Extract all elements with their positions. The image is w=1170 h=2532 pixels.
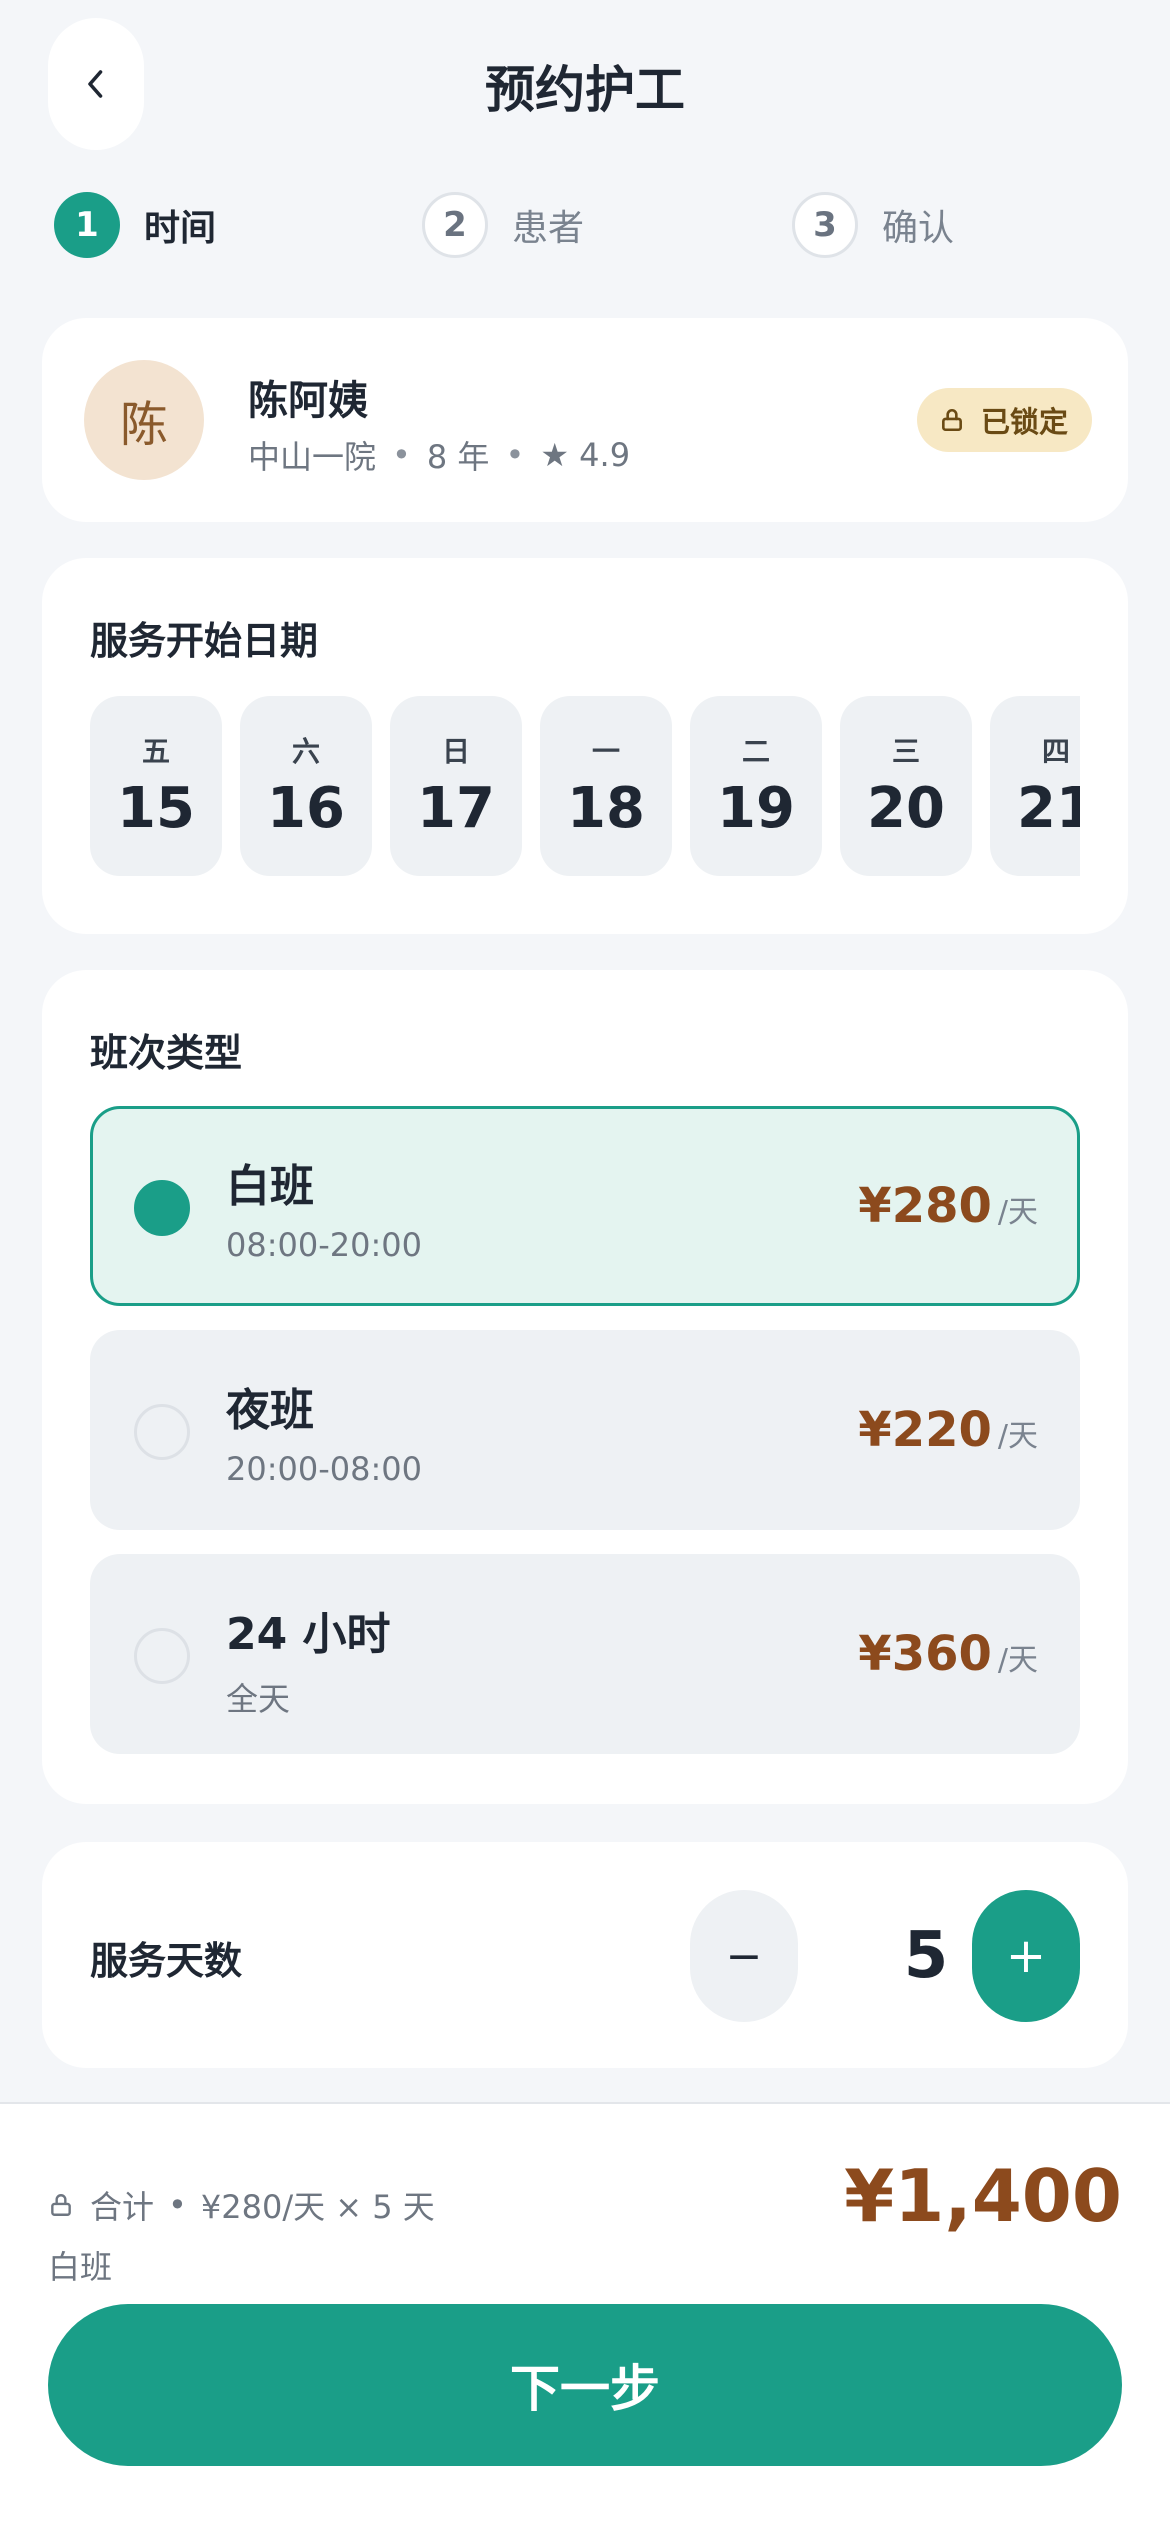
separator-dot: • [505, 436, 525, 474]
selected-shift-name: 白班 [48, 2248, 113, 2286]
date-chip[interactable]: 六 16 [240, 696, 372, 876]
locked-badge: 已锁定 [916, 388, 1092, 452]
date-chip[interactable]: 三 20 [840, 696, 972, 876]
step-time[interactable]: 1 时间 [54, 190, 216, 260]
date-chip[interactable]: 二 19 [690, 696, 822, 876]
radio-unselected[interactable] [134, 1404, 190, 1460]
total-amount: ¥1,400 [844, 2154, 1122, 2238]
locked-badge-label: 已锁定 [980, 405, 1068, 439]
price-unit: /天 [997, 1195, 1038, 1230]
date-weekday: 三 [891, 735, 920, 768]
step-patient[interactable]: 2 患者 [422, 190, 584, 260]
date-section-title: 服务开始日期 [90, 619, 319, 663]
step-number: 2 [422, 192, 488, 258]
date-day: 16 [267, 776, 345, 841]
total-summary: 合计 • ¥280/天 × 5 天 [48, 2182, 435, 2228]
shift-option-night[interactable]: 夜班 20:00-08:00 ¥220 /天 [90, 1330, 1080, 1530]
price-value: ¥220 [858, 1402, 992, 1458]
days-section-title: 服务天数 [90, 1939, 243, 1983]
next-button[interactable]: 下一步 [48, 2304, 1122, 2466]
increment-button[interactable]: + [972, 1890, 1080, 2022]
caregiver-meta: 中山一院 • 8 年 • ★ 4.9 [248, 432, 630, 478]
date-weekday: 四 [1041, 735, 1070, 768]
date-weekday: 日 [441, 735, 470, 768]
decrement-button[interactable]: − [690, 1890, 798, 2022]
total-formula: ¥280/天 × 5 天 [200, 2188, 435, 2226]
price-value: ¥280 [858, 1178, 992, 1234]
step-number: 3 [792, 192, 858, 258]
header: 预约护工 [0, 0, 1170, 170]
date-day: 18 [567, 776, 645, 841]
radio-selected[interactable] [134, 1180, 190, 1236]
price-value: ¥360 [858, 1626, 992, 1682]
date-day: 15 [117, 776, 195, 841]
shift-card: 班次类型 白班 08:00-20:00 ¥280 /天 夜班 20:00-08:… [42, 970, 1128, 1804]
step-confirm[interactable]: 3 确认 [792, 190, 954, 260]
date-day: 17 [417, 776, 495, 841]
radio-unselected[interactable] [134, 1628, 190, 1684]
price-unit: /天 [997, 1643, 1038, 1678]
date-day: 19 [717, 776, 795, 841]
date-strip[interactable]: 五 15 六 16 日 17 一 18 二 19 三 20 四 21 [90, 696, 1080, 876]
date-chip[interactable]: 一 18 [540, 696, 672, 876]
footer-bar: 合计 • ¥280/天 × 5 天 白班 ¥1,400 下一步 [0, 2102, 1170, 2532]
shift-time: 全天 [226, 1680, 291, 1718]
step-label: 确认 [882, 208, 955, 249]
shift-name: 24 小时 [226, 1609, 391, 1660]
step-label: 时间 [144, 208, 217, 249]
separator-dot: • [168, 2186, 187, 2224]
days-card: 服务天数 − 5 + [42, 1842, 1128, 2068]
step-number: 1 [54, 192, 120, 258]
shift-option-day[interactable]: 白班 08:00-20:00 ¥280 /天 [90, 1106, 1080, 1306]
shift-option-24h[interactable]: 24 小时 全天 ¥360 /天 [90, 1554, 1080, 1754]
avatar: 陈 [84, 360, 204, 480]
date-chip[interactable]: 日 17 [390, 696, 522, 876]
shift-time: 20:00-08:00 [226, 1450, 422, 1488]
shift-time: 08:00-20:00 [226, 1226, 422, 1264]
date-card: 服务开始日期 五 15 六 16 日 17 一 18 二 19 三 20 四 2… [42, 558, 1128, 934]
lock-icon [942, 408, 962, 432]
lock-icon [51, 2194, 71, 2216]
step-label: 患者 [512, 208, 585, 249]
date-weekday: 二 [741, 735, 770, 768]
date-weekday: 一 [591, 735, 620, 768]
total-label: 合计 [90, 2188, 155, 2226]
date-day: 21 [1017, 776, 1080, 841]
shift-name: 夜班 [226, 1385, 314, 1436]
caregiver-rating: ★ 4.9 [540, 436, 631, 474]
step-indicator: 1 时间 2 患者 3 确认 [0, 190, 1170, 260]
date-weekday: 六 [291, 735, 320, 768]
price-unit: /天 [997, 1419, 1038, 1454]
shift-section-title: 班次类型 [90, 1031, 243, 1075]
shift-price: ¥220 /天 [858, 1402, 1038, 1458]
date-weekday: 五 [141, 735, 170, 768]
date-chip[interactable]: 五 15 [90, 696, 222, 876]
caregiver-hospital: 中山一院 [248, 438, 377, 476]
separator-dot: • [392, 436, 411, 474]
caregiver-experience: 8 年 [426, 438, 490, 476]
caregiver-name: 陈阿姨 [248, 378, 368, 424]
page-title: 预约护工 [485, 61, 685, 119]
shift-name: 白班 [226, 1161, 314, 1212]
caregiver-card: 陈 陈阿姨 中山一院 • 8 年 • ★ 4.9 已锁定 [42, 318, 1128, 522]
shift-price: ¥280 /天 [858, 1178, 1038, 1234]
date-chip[interactable]: 四 21 [990, 696, 1080, 876]
date-day: 20 [867, 776, 945, 841]
shift-price: ¥360 /天 [858, 1626, 1038, 1682]
